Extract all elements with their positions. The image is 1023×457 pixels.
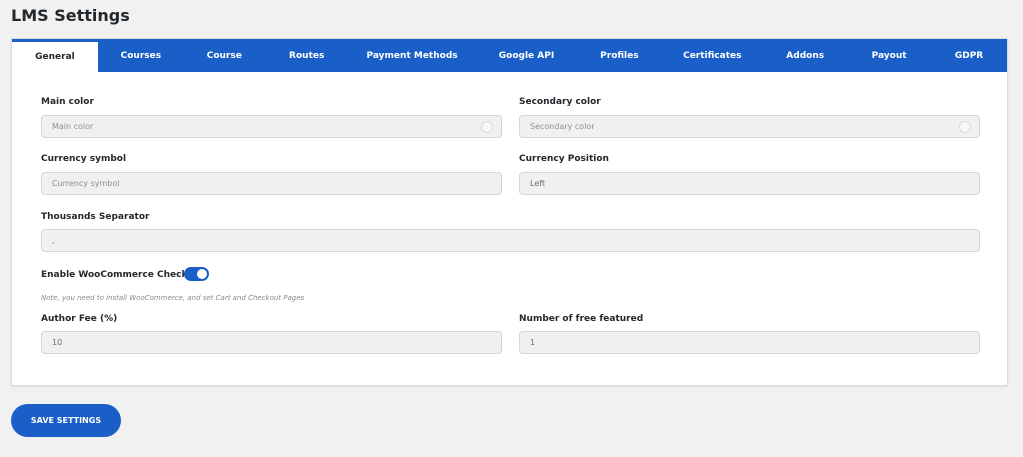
settings-panel: General Courses Course Routes Payment Me…	[11, 38, 1008, 386]
author-fee-label: Author Fee (%)	[41, 314, 118, 324]
currency-position-select[interactable]: Left	[519, 172, 980, 195]
currency-symbol-input[interactable]: Currency symbol	[41, 172, 502, 195]
tab-payment-methods[interactable]: Payment Methods	[349, 39, 476, 72]
thousands-separator-label: Thousands Separator	[41, 212, 150, 222]
currency-position-label: Currency Position	[519, 154, 609, 164]
main-color-swatch-icon[interactable]	[481, 121, 493, 133]
tab-bar: General Courses Course Routes Payment Me…	[12, 39, 1007, 72]
currency-position-value: Left	[530, 179, 546, 188]
secondary-color-placeholder: Secondary color	[530, 122, 595, 131]
tab-addons[interactable]: Addons	[763, 39, 847, 72]
free-featured-label: Number of free featured	[519, 314, 644, 324]
tab-general[interactable]: General	[12, 39, 98, 72]
tab-routes[interactable]: Routes	[265, 39, 349, 72]
main-color-placeholder: Main color	[52, 122, 94, 131]
free-featured-value: 1	[530, 338, 536, 347]
tab-gdpr[interactable]: GDPR	[931, 39, 1007, 72]
currency-symbol-label: Currency symbol	[41, 154, 127, 164]
tab-course[interactable]: Course	[184, 39, 265, 72]
free-featured-input[interactable]: 1	[519, 331, 980, 354]
toggle-knob	[197, 269, 207, 279]
tab-payout[interactable]: Payout	[847, 39, 931, 72]
tab-courses[interactable]: Courses	[98, 39, 184, 72]
woocommerce-checkout-toggle[interactable]	[184, 267, 209, 281]
save-settings-button[interactable]: SAVE SETTINGS	[11, 404, 121, 437]
secondary-color-swatch-icon[interactable]	[959, 121, 971, 133]
tab-certificates[interactable]: Certificates	[661, 39, 763, 72]
main-color-input[interactable]: Main color	[41, 115, 502, 138]
main-color-label: Main color	[41, 97, 94, 107]
author-fee-value: 10	[52, 338, 63, 347]
author-fee-input[interactable]: 10	[41, 331, 502, 354]
secondary-color-input[interactable]: Secondary color	[519, 115, 980, 138]
woocommerce-checkout-label: Enable WooCommerce Checkout	[41, 270, 205, 280]
currency-symbol-placeholder: Currency symbol	[52, 179, 120, 188]
thousands-separator-input[interactable]: ,	[41, 229, 980, 252]
secondary-color-label: Secondary color	[519, 97, 601, 107]
page-title: LMS Settings	[11, 6, 130, 25]
woocommerce-note: Note, you need to install WooCommerce, a…	[41, 294, 305, 302]
tab-profiles[interactable]: Profiles	[577, 39, 661, 72]
thousands-separator-value: ,	[52, 236, 55, 245]
tab-google-api[interactable]: Google API	[476, 39, 578, 72]
